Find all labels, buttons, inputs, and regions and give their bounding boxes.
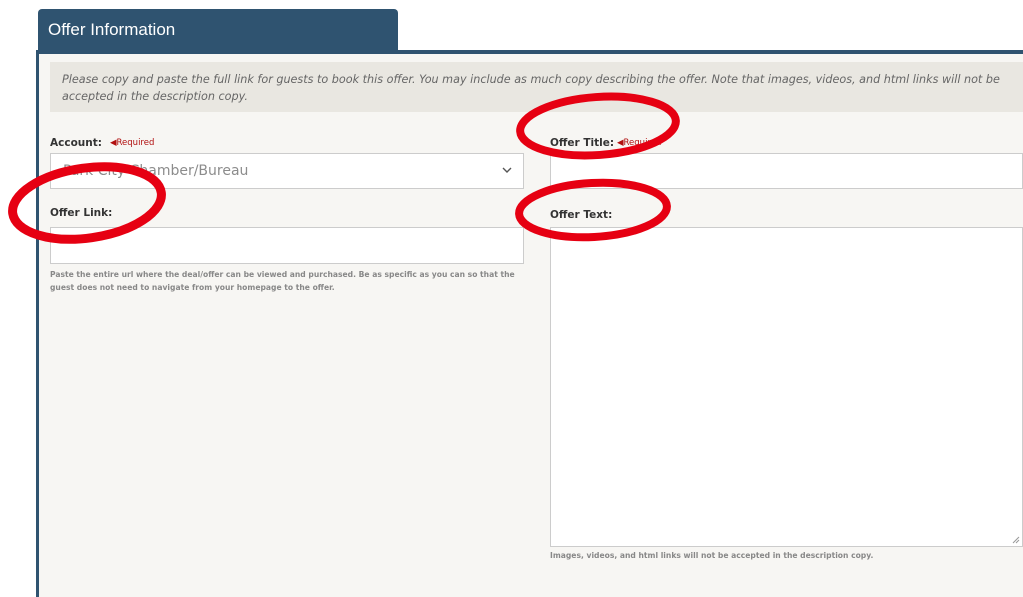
- offer-link-input[interactable]: [50, 227, 524, 264]
- section-title: Offer Information: [48, 20, 176, 39]
- offer-title-input[interactable]: [550, 153, 1023, 189]
- section-tab-header: Offer Information: [38, 9, 398, 53]
- resize-grip-icon[interactable]: [1012, 536, 1020, 544]
- offer-link-label: Offer Link:: [50, 207, 113, 219]
- offer-text-textarea[interactable]: [550, 227, 1023, 547]
- offer-link-help-text: Paste the entire url where the deal/offe…: [50, 270, 515, 292]
- account-select-value: Park City Chamber/Bureau: [63, 163, 249, 179]
- offer-text-help-text: Images, videos, and html links will not …: [550, 551, 874, 560]
- account-required-indicator: ◀Required: [110, 138, 155, 148]
- chevron-down-icon: [502, 167, 512, 173]
- offer-text-label: Offer Text:: [550, 209, 613, 221]
- account-select[interactable]: Park City Chamber/Bureau: [50, 153, 524, 189]
- account-label: Account:: [50, 137, 102, 149]
- instructions-notice: Please copy and paste the full link for …: [50, 62, 1023, 112]
- offer-title-label: Offer Title:: [550, 137, 615, 149]
- offer-title-required-indicator: ◀Required: [617, 138, 662, 148]
